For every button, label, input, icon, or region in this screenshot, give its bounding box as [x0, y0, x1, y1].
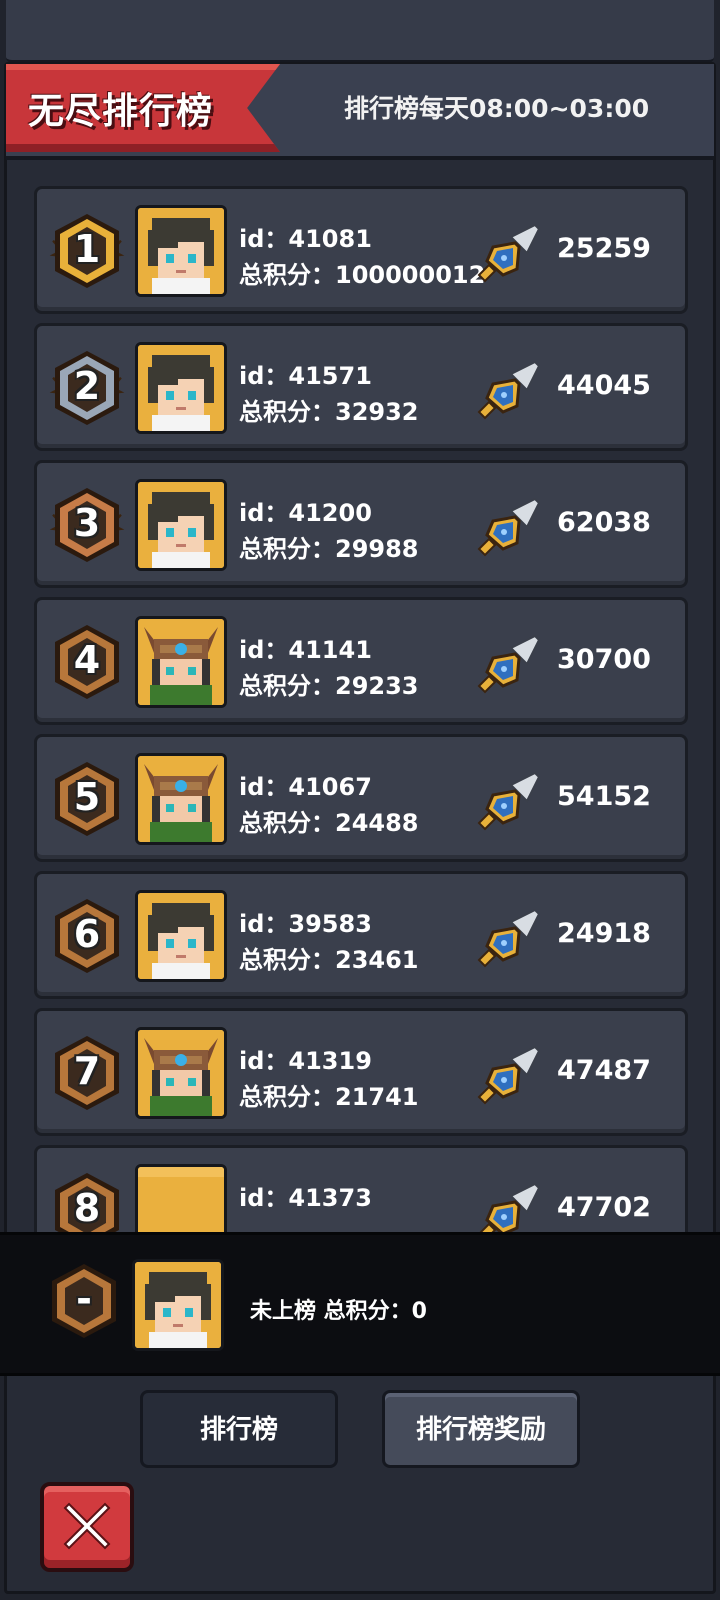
sword-shield-icon	[473, 765, 545, 837]
rank-badge-icon: 5	[49, 759, 125, 839]
close-x-icon	[63, 1502, 111, 1550]
sword-shield-icon	[473, 354, 545, 426]
player-avatar[interactable]	[135, 1027, 227, 1119]
rank-number: 4	[73, 638, 101, 682]
leaderboard-row[interactable]: 3 id：41200 总积分：29988 62038	[34, 460, 688, 588]
leaderboard-row[interactable]: 8 id：41373 47702	[34, 1145, 688, 1232]
player-power: 47487	[557, 1055, 651, 1086]
player-id: id：41200	[239, 499, 372, 527]
player-avatar[interactable]	[135, 616, 227, 708]
rank-number: 6	[73, 912, 101, 956]
player-avatar[interactable]	[135, 753, 227, 845]
rank-badge-icon: 3	[49, 485, 125, 565]
leaderboard-row[interactable]: 6 id：39583 总积分：23461 24918	[34, 871, 688, 999]
player-id: id：41141	[239, 636, 372, 664]
rank-number: 7	[73, 1049, 101, 1093]
player-id: id：41373	[239, 1184, 372, 1212]
player-score: 总积分：24488	[239, 809, 419, 837]
rank-number: 2	[73, 364, 101, 408]
player-score: 总积分：32932	[239, 398, 419, 426]
rank-badge-icon: 4	[49, 622, 125, 702]
close-button[interactable]	[40, 1482, 134, 1572]
top-bar	[6, 0, 714, 63]
rank-badge-icon: 1	[49, 211, 125, 291]
rank-badge-icon: 2	[49, 348, 125, 428]
player-avatar[interactable]	[135, 479, 227, 571]
player-id: id：41067	[239, 773, 372, 801]
player-score: 总积分：29233	[239, 672, 419, 700]
player-score: 总积分：21741	[239, 1083, 419, 1111]
player-power: 24918	[557, 918, 651, 949]
leaderboard-list[interactable]: 1 id：41081 总积分：1000000122 25259 2 id：415…	[34, 186, 688, 1232]
player-power: 25259	[557, 233, 651, 264]
player-id: id：39583	[239, 910, 372, 938]
leaderboard-row[interactable]: 5 id：41067 总积分：24488 54152	[34, 734, 688, 862]
my-rank-badge-icon: -	[46, 1261, 122, 1341]
rank-number: 3	[73, 501, 101, 545]
sword-shield-icon	[473, 628, 545, 700]
rank-badge-icon: 6	[49, 896, 125, 976]
player-power: 44045	[557, 370, 651, 401]
player-id: id：41319	[239, 1047, 372, 1075]
leaderboard-row[interactable]: 4 id：41141 总积分：29233 30700	[34, 597, 688, 725]
player-score: 总积分：23461	[239, 946, 419, 974]
player-avatar[interactable]	[135, 1164, 227, 1232]
player-power: 62038	[557, 507, 651, 538]
page-title: 无尽排行榜	[28, 91, 214, 132]
player-power: 30700	[557, 644, 651, 675]
sword-shield-icon	[473, 1039, 545, 1111]
schedule-text: 排行榜每天08:00~03:00	[344, 94, 650, 123]
player-power: 47702	[557, 1192, 651, 1223]
player-avatar[interactable]	[135, 205, 227, 297]
player-power: 54152	[557, 781, 651, 812]
rank-number: 5	[73, 775, 101, 819]
player-avatar[interactable]	[135, 342, 227, 434]
player-avatar[interactable]	[135, 890, 227, 982]
sword-shield-icon	[473, 491, 545, 563]
rewards-tab-button[interactable]: 排行榜奖励	[382, 1390, 580, 1468]
sword-shield-icon	[473, 1176, 545, 1232]
rank-number: 1	[73, 227, 101, 271]
my-rank-number: -	[76, 1277, 92, 1321]
leaderboard-row[interactable]: 7 id：41319 总积分：21741 47487	[34, 1008, 688, 1136]
my-rank-bar: - 未上榜 总积分：0	[0, 1232, 720, 1376]
player-id: id：41571	[239, 362, 372, 390]
leaderboard-tab-button[interactable]: 排行榜	[140, 1390, 338, 1468]
rank-badge-icon: 8	[49, 1170, 125, 1232]
rank-badge-icon: 7	[49, 1033, 125, 1113]
my-avatar	[132, 1259, 224, 1351]
player-score: 总积分：1000000122	[239, 261, 485, 289]
player-score: 总积分：29988	[239, 535, 419, 563]
leaderboard-row[interactable]: 2 id：41571 总积分：32932 44045	[34, 323, 688, 451]
leaderboard-row[interactable]: 1 id：41081 总积分：1000000122 25259	[34, 186, 688, 314]
sword-shield-icon	[473, 902, 545, 974]
my-rank-status: 未上榜 总积分：0	[250, 1299, 427, 1324]
sword-shield-icon	[473, 217, 545, 289]
player-id: id：41081	[239, 225, 372, 253]
rank-number: 8	[73, 1186, 101, 1230]
